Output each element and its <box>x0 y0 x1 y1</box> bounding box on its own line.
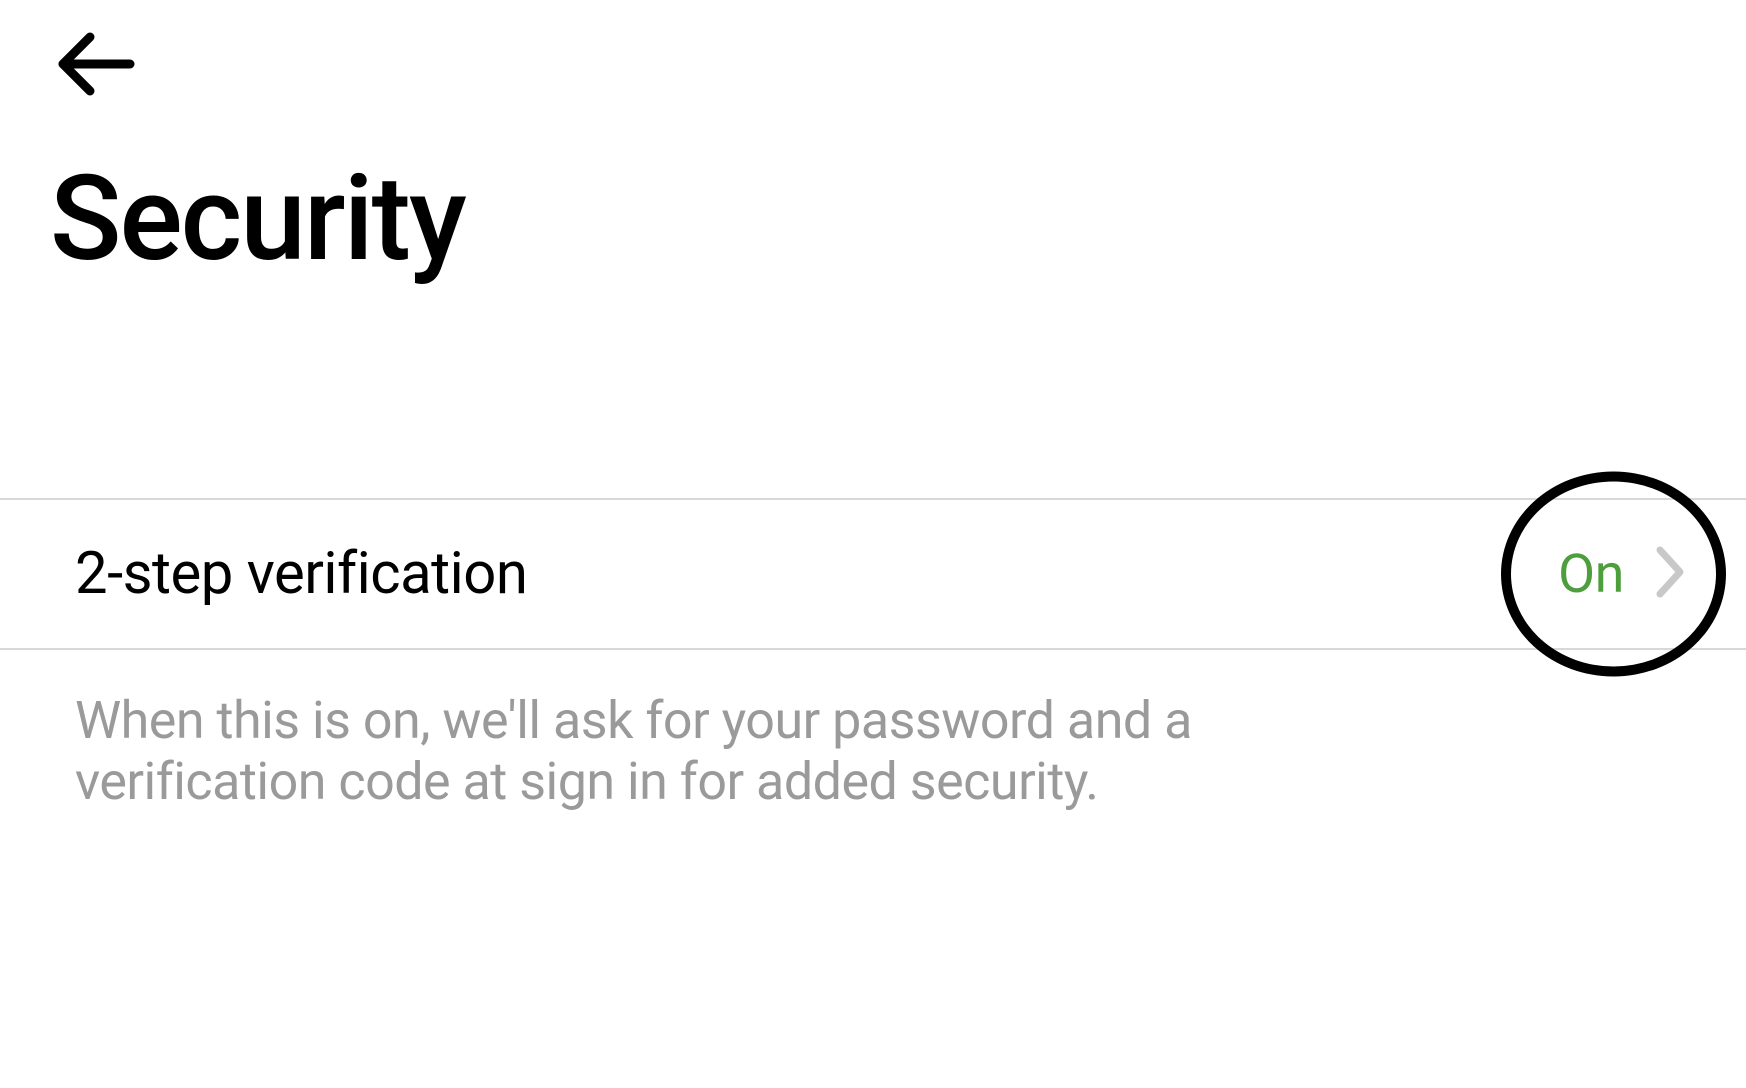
page-title: Security <box>50 160 1696 278</box>
two-step-verification-row[interactable]: 2-step verification On <box>0 500 1746 650</box>
two-step-description: When this is on, we'll ask for your pass… <box>0 650 1300 813</box>
two-step-status: On <box>1558 543 1624 606</box>
arrow-left-icon <box>55 29 135 102</box>
row-right: On <box>1558 543 1686 606</box>
settings-list: 2-step verification On <box>0 498 1746 650</box>
back-button[interactable] <box>50 20 140 110</box>
header: Security <box>0 0 1746 278</box>
chevron-right-icon <box>1654 544 1686 604</box>
two-step-label: 2-step verification <box>75 540 527 608</box>
